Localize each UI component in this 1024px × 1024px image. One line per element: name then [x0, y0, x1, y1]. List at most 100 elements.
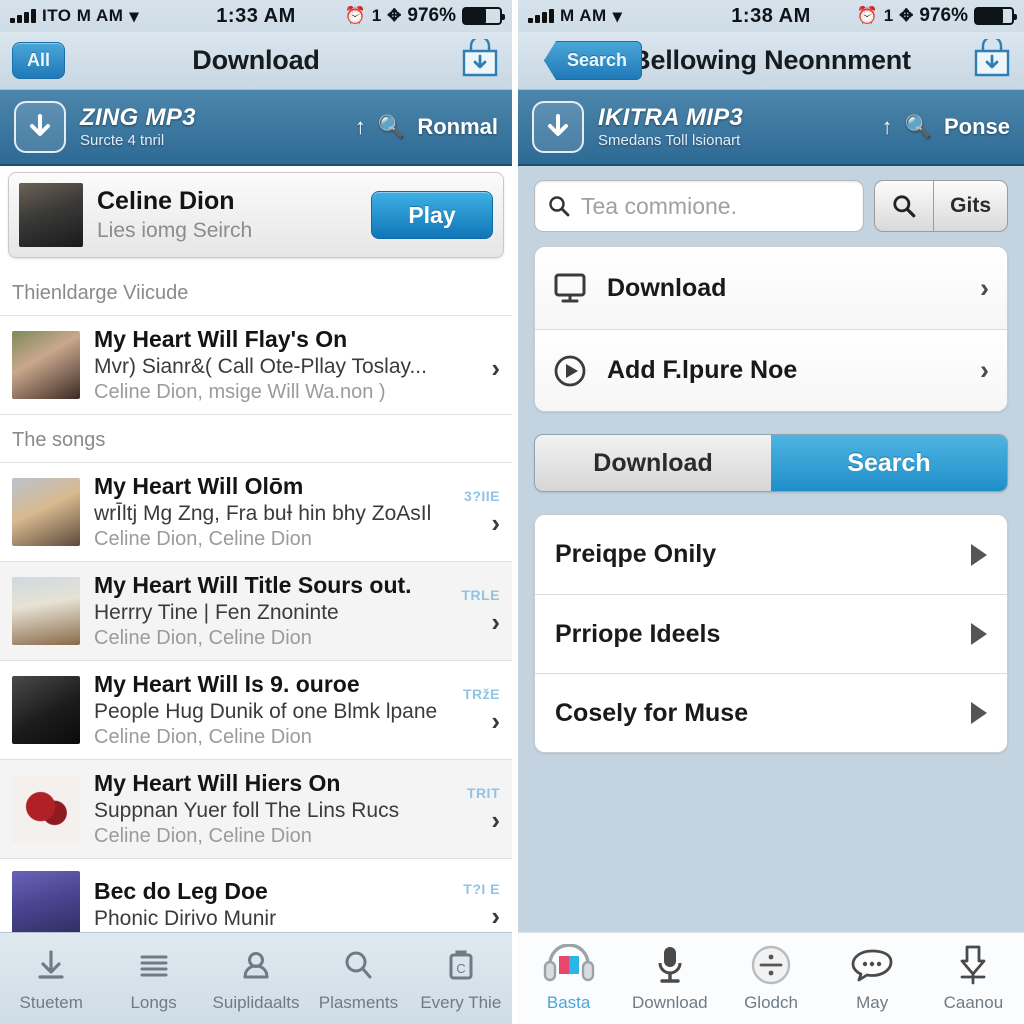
tab-longs[interactable]: Longs: [102, 944, 204, 1013]
table-row[interactable]: My Heart Will Flay's On Mvr) Sianr&( Cal…: [0, 316, 512, 415]
list-item[interactable]: Prriope Ideels: [535, 594, 1007, 673]
status-badge: T?I E: [463, 880, 500, 897]
tab-label: Suiplidaalts: [212, 993, 300, 1012]
brand-text: ZING MP3 Surcte 4 tnril: [80, 104, 196, 150]
chevron-right-icon[interactable]: ›: [491, 708, 500, 734]
chevron-right-icon[interactable]: ›: [491, 355, 500, 381]
brand-text: IKITRA MIP3 Smedans Toll lsionart: [598, 104, 743, 150]
row-accessory: 3?IІE ›: [446, 488, 500, 536]
menu-item-add-future-note[interactable]: Add F.lpure Noe ›: [535, 329, 1007, 411]
artist-subtitle: Lies iomg Seirch: [97, 219, 253, 242]
song-thumbnail: [12, 870, 80, 939]
upload-icon[interactable]: ↑: [355, 114, 366, 140]
appbar-action-label[interactable]: Ronmal: [417, 114, 498, 140]
artist-card[interactable]: Celine Dion Lies iomg Seirch Play: [8, 172, 504, 258]
chevron-right-icon: ›: [980, 355, 989, 385]
triangle-right-icon: [971, 702, 987, 724]
segment-download[interactable]: Download: [535, 435, 771, 491]
tab-caanou[interactable]: Caanou: [923, 944, 1024, 1013]
song-subtitle: Phonic Dirivo Munir: [94, 907, 277, 930]
left-nav-bar: All Download: [0, 32, 512, 90]
brand-subtitle: Smedans Toll lsionart: [598, 131, 741, 149]
table-row[interactable]: My Heart Will Title Sours out. Herrry Ti…: [0, 562, 512, 661]
signal-strength-icon: [10, 9, 36, 23]
search-actions: Gits: [874, 180, 1008, 232]
bluetooth-icon: ✥: [387, 6, 402, 25]
table-row[interactable]: My Heart Will Is 9. ouroe People Hug Dun…: [0, 661, 512, 760]
tab-plasments[interactable]: Plasments: [307, 944, 409, 1013]
song-meta: My Heart Will Title Sours out. Herrry Ti…: [94, 572, 438, 650]
song-subtitle: Herrry Tine | Fen Znoninte: [94, 601, 339, 624]
song-title: My Heart Will Hiers On: [94, 770, 341, 796]
tab-glodch[interactable]: Glodch: [720, 944, 821, 1013]
chevron-right-icon[interactable]: ›: [491, 807, 500, 833]
song-thumbnail: [12, 331, 80, 399]
appbar-action-label[interactable]: Ponse: [944, 114, 1010, 140]
tab-suiplidaalts[interactable]: Suiplidaalts: [205, 944, 307, 1013]
song-subtitle: Mvr) Sianr&( Call Ote-Pllay Toslay...: [94, 355, 427, 378]
status-time: 1:33 AM: [216, 4, 296, 27]
carrier-label: M AM: [560, 6, 607, 25]
table-row[interactable]: My Heart Will Hiers On Suppnan Yuer foll…: [0, 760, 512, 859]
section-header: The songs: [0, 415, 512, 463]
chevron-right-icon[interactable]: ›: [491, 609, 500, 635]
song-thumbnail: [12, 676, 80, 744]
table-row[interactable]: My Heart Will Olōm wrĪltj Mg Zng, Fra bu…: [0, 463, 512, 562]
song-title: My Heart Will Olōm: [94, 473, 304, 499]
search-submit-button[interactable]: [875, 181, 933, 231]
artist-avatar: [19, 183, 83, 247]
tab-label: Glodch: [744, 993, 798, 1012]
list-item[interactable]: Preiqpe Onily: [535, 515, 1007, 594]
back-button[interactable]: Search: [544, 41, 643, 80]
upload-icon[interactable]: ↑: [882, 114, 893, 140]
artist-meta: Celine Dion Lies iomg Seirch: [97, 187, 371, 243]
bluetooth-icon: ✥: [899, 6, 914, 25]
battery-icon: [462, 7, 506, 25]
left-tab-bar: Stuetem Longs Suiplidaalts Plasments C E…: [0, 932, 512, 1024]
row-accessory: ›: [446, 349, 500, 381]
tab-may[interactable]: May: [822, 944, 923, 1013]
list-item[interactable]: Cosely for Muse: [535, 673, 1007, 752]
downloads-bag-button[interactable]: [460, 35, 500, 82]
song-artist: Celine Dion, msige Will Wa.non ): [94, 381, 386, 403]
menu-item-download[interactable]: Download ›: [535, 247, 1007, 329]
tab-stuetem[interactable]: Stuetem: [0, 944, 102, 1013]
row-accessory: T?I E ›: [446, 881, 500, 929]
song-meta: My Heart Will Olōm wrĪltj Mg Zng, Fra bu…: [94, 473, 438, 551]
menu-item-label: Download: [607, 273, 727, 302]
row-accessory: TRІT ›: [446, 785, 500, 833]
download-arrow-icon: [14, 101, 66, 153]
search-icon[interactable]: 🔍: [378, 114, 405, 140]
tab-download[interactable]: Download: [619, 944, 720, 1013]
play-button[interactable]: Play: [371, 191, 493, 239]
status-left-group: M AM ▾: [528, 6, 731, 26]
options-list: Preiqpe Onily Prriope Ideels Cosely for …: [534, 514, 1008, 753]
clipboard-c-icon: C: [444, 944, 478, 986]
right-phone-screen: M AM ▾ 1:38 AM ⏰ 1 ✥ 976% Search Bellowi…: [512, 0, 1024, 1024]
download-icon: [34, 944, 68, 986]
segmented-control: Download Search: [534, 434, 1008, 492]
chat-bubble-icon: [850, 944, 894, 986]
status-badge: TRžE: [463, 686, 500, 702]
triangle-right-icon: [971, 623, 987, 645]
chevron-right-icon[interactable]: ›: [491, 903, 500, 929]
song-title: Bec do Leg Doe: [94, 878, 268, 904]
tab-label: Basta: [546, 993, 591, 1012]
song-title: My Heart Will Is 9. ouroe: [94, 671, 360, 697]
chevron-right-icon[interactable]: ›: [491, 510, 500, 536]
search-icon[interactable]: 🔍: [905, 114, 932, 140]
menu-card: Download › Add F.lpure Noe ›: [534, 246, 1008, 412]
left-status-bar: ITO M AM ▾ 1:33 AM ⏰ 1 ✥ 976%: [0, 0, 512, 32]
song-artist: Celine Dion, Celine Dion: [94, 726, 312, 748]
notification-count: 1: [883, 6, 894, 25]
status-badge: TRІT: [466, 785, 500, 801]
song-subtitle: Suppnan Yuer foll The Lins Rucs: [94, 799, 400, 822]
search-input[interactable]: Tea commione.: [534, 180, 865, 232]
segment-search[interactable]: Search: [771, 435, 1007, 491]
gits-button[interactable]: Gits: [933, 181, 1007, 231]
downloads-bag-button[interactable]: [972, 35, 1012, 82]
all-filter-button[interactable]: All: [12, 42, 66, 79]
tab-every-thie[interactable]: C Every Thie: [410, 944, 512, 1013]
tab-basta[interactable]: Basta: [518, 944, 619, 1013]
list-item-label: Preiqpe Onily: [555, 540, 717, 568]
